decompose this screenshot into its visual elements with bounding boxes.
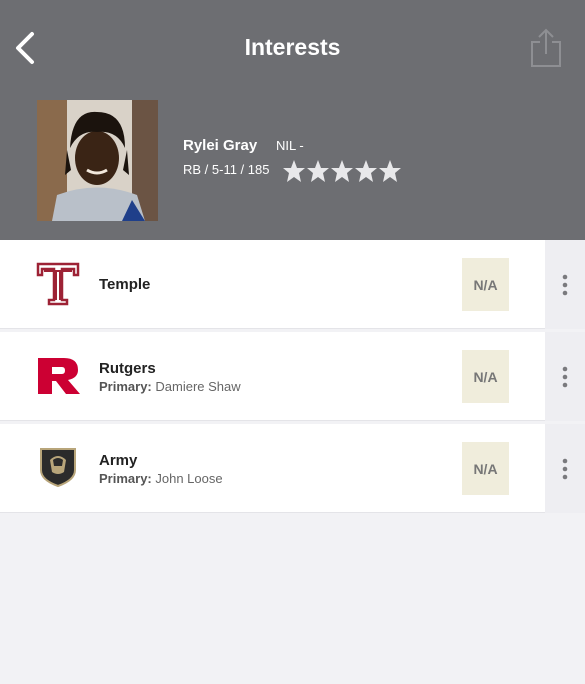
star-icon <box>307 160 329 182</box>
nil-value: NIL - <box>276 138 304 153</box>
status-badge: N/A <box>462 442 509 495</box>
coach-label: Primary: <box>99 471 152 486</box>
share-button[interactable] <box>528 26 564 70</box>
star-icon <box>331 160 353 182</box>
star-icon <box>355 160 377 182</box>
more-vertical-icon <box>562 274 568 295</box>
star-rating <box>282 158 402 184</box>
more-vertical-icon <box>562 458 568 479</box>
more-vertical-icon <box>562 366 568 387</box>
coach-label: Primary: <box>99 379 152 394</box>
page-title: Interests <box>244 34 341 60</box>
coach-name: John Loose <box>155 471 223 486</box>
more-options-button[interactable] <box>545 332 585 421</box>
more-options-button[interactable] <box>545 240 585 329</box>
list-item-rutgers[interactable]: Rutgers Primary: Damiere Shaw N/A <box>0 332 585 421</box>
player-name: Rylei Gray <box>183 137 258 154</box>
star-icon <box>283 160 305 182</box>
school-name: Rutgers <box>99 360 156 377</box>
temple-logo <box>36 262 80 306</box>
status-badge: N/A <box>462 258 509 311</box>
school-name: Army <box>99 452 138 469</box>
list-item-army[interactable]: Army Primary: John Loose N/A <box>0 424 585 513</box>
status-badge: N/A <box>462 350 509 403</box>
avatar <box>37 100 158 221</box>
more-options-button[interactable] <box>545 424 585 513</box>
rutgers-logo <box>38 358 80 394</box>
army-logo <box>40 448 76 488</box>
player-position-size: RB / 5-11 / 185 <box>183 162 270 177</box>
primary-coach: Primary: Damiere Shaw <box>99 379 241 394</box>
share-icon <box>531 28 561 67</box>
school-name: Temple <box>99 276 151 293</box>
header: Interests Rylei Gray NIL - RB / 5-11 / 1… <box>0 0 585 240</box>
coach-name: Damiere Shaw <box>155 379 241 394</box>
star-icon <box>379 160 401 182</box>
list-item-temple[interactable]: Temple N/A <box>0 240 585 329</box>
primary-coach: Primary: John Loose <box>99 471 223 486</box>
